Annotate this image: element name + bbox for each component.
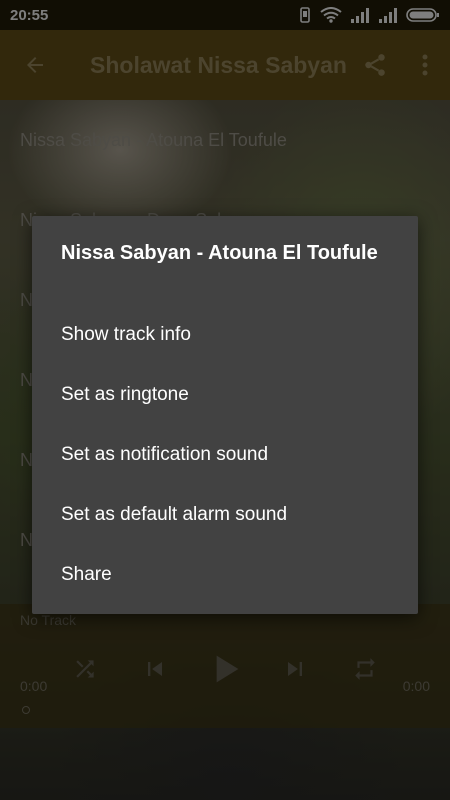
menu-item-set-alarm[interactable]: Set as default alarm sound — [32, 485, 418, 545]
menu-item-share[interactable]: Share — [32, 545, 418, 605]
menu-item-show-track-info[interactable]: Show track info — [32, 305, 418, 365]
menu-item-set-notification[interactable]: Set as notification sound — [32, 425, 418, 485]
track-options-dialog: Nissa Sabyan - Atouna El Toufule Show tr… — [32, 216, 418, 614]
dialog-title: Nissa Sabyan - Atouna El Toufule — [61, 242, 378, 264]
menu-item-set-ringtone[interactable]: Set as ringtone — [32, 365, 418, 425]
